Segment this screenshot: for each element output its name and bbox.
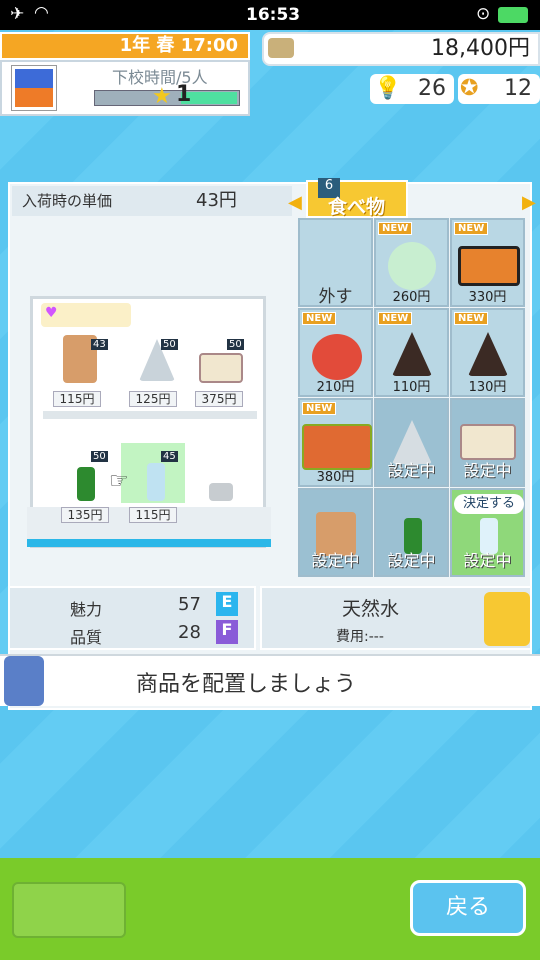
onigiri-icon xyxy=(392,332,432,376)
product-katsu-bento[interactable]: NEW 330円 xyxy=(450,218,525,307)
product-water-set[interactable]: 決定する 設定中 xyxy=(450,488,525,577)
unit-price-label: 入荷時の単価 xyxy=(22,192,113,210)
empty-action-slot xyxy=(12,882,126,938)
water-bottle-box-icon[interactable] xyxy=(484,592,530,646)
back-button[interactable]: 戻る xyxy=(410,880,526,936)
set-label: 設定中 xyxy=(463,461,512,480)
product-veggie-bowl[interactable]: NEW 210円 xyxy=(298,308,373,397)
veggie-bowl-icon xyxy=(312,334,362,380)
airplane-icon: ✈ xyxy=(10,4,25,24)
product-salad[interactable]: NEW 260円 xyxy=(374,218,449,307)
phase-panel: 下校時間/5人 ★ 1 xyxy=(0,60,250,116)
unit-price-value: 43円 xyxy=(196,190,237,211)
product-tea-set[interactable]: 設定中 xyxy=(374,488,449,577)
green-tea-item[interactable] xyxy=(77,467,95,501)
price-tag: 115円 xyxy=(129,507,177,523)
sunset-icon xyxy=(11,65,57,111)
new-badge: NEW xyxy=(454,222,489,235)
message-bar: 商品を配置しましょう xyxy=(0,654,540,706)
charm-grade: E xyxy=(216,592,238,616)
onigiri-icon xyxy=(468,332,508,376)
medal-icon: ✪ xyxy=(460,76,479,101)
quality-label: 品質 xyxy=(70,628,103,647)
new-badge: NEW xyxy=(454,312,489,325)
character-avatar xyxy=(4,656,44,706)
price-tag: 115円 xyxy=(53,391,101,407)
price-tag: 375円 xyxy=(195,391,243,407)
selected-item-name: 天然水 xyxy=(342,598,400,620)
new-badge: NEW xyxy=(302,402,337,415)
stock-count: 50 xyxy=(91,451,108,462)
product-price: 330円 xyxy=(468,290,507,305)
product-cup-ramen-set[interactable]: 設定中 xyxy=(298,488,373,577)
salad-icon xyxy=(388,242,436,290)
stock-count: 50 xyxy=(161,339,178,350)
star-icon: ★ xyxy=(152,84,172,109)
bento-icon xyxy=(460,424,516,460)
set-label: 設定中 xyxy=(387,551,436,570)
product-onigiri-ume[interactable]: NEW 130円 xyxy=(450,308,525,397)
battery-icon xyxy=(498,7,528,23)
coin-icon xyxy=(268,38,294,58)
money-display: 18,400円 xyxy=(262,32,540,66)
stock-count: 45 xyxy=(161,451,178,462)
selected-item-cost: 費用:--- xyxy=(336,629,384,645)
message-text: 商品を配置しましょう xyxy=(136,672,357,697)
product-price: 130円 xyxy=(468,380,507,395)
level-number: 1 xyxy=(176,82,192,107)
category-tab[interactable]: 6 食べ物 xyxy=(306,178,408,218)
status-bar: ✈ ◠ 16:53 ⊙ xyxy=(0,0,540,30)
new-badge: NEW xyxy=(302,312,337,325)
prev-category-arrow[interactable]: ◀ xyxy=(288,192,302,213)
heart-icon: ♥ xyxy=(45,305,58,321)
lightbulb-icon: 💡 xyxy=(374,76,402,101)
set-label: 設定中 xyxy=(311,551,360,570)
bento-item[interactable] xyxy=(199,353,243,383)
charm-value: 57 xyxy=(178,594,201,615)
lock-icon: ⊙ xyxy=(476,4,491,24)
display-shelf: ♥ 43 115円 50 125円 50 375円 50 135円 ☞ 45 1… xyxy=(27,296,271,548)
decide-button[interactable]: 決定する xyxy=(454,494,524,514)
product-deluxe-bento[interactable]: NEW 380円 xyxy=(298,398,373,487)
stock-count: 50 xyxy=(227,339,244,350)
price-tag: 125円 xyxy=(129,391,177,407)
stats-panel: 魅力 57 E 品質 28 F xyxy=(8,586,256,650)
unit-price-bar: 入荷時の単価 43円 xyxy=(12,186,292,216)
clock: 16:53 xyxy=(246,5,301,25)
product-price: 380円 xyxy=(316,470,355,485)
category-name: 食べ物 xyxy=(328,196,386,218)
set-label: 設定中 xyxy=(463,551,512,570)
product-price: 260円 xyxy=(392,290,431,305)
product-price: 110円 xyxy=(392,380,431,395)
quality-grade: F xyxy=(216,620,238,644)
product-bento-set[interactable]: 設定中 xyxy=(450,398,525,487)
deluxe-bento-icon xyxy=(302,424,372,470)
wifi-icon: ◠ xyxy=(34,3,49,23)
new-badge: NEW xyxy=(378,222,413,235)
katsu-bento-icon xyxy=(458,246,520,286)
shelf-divider xyxy=(43,411,257,419)
charm-label: 魅力 xyxy=(70,600,103,619)
stock-count: 43 xyxy=(91,339,108,350)
remove-button[interactable]: 外す xyxy=(298,218,373,307)
next-category-arrow[interactable]: ▶ xyxy=(522,192,536,213)
price-tag: 135円 xyxy=(61,507,109,523)
selected-item-panel: 天然水 費用:--- xyxy=(260,586,532,650)
product-onigiri-set[interactable]: 設定中 xyxy=(374,398,449,487)
product-onigiri-salmon[interactable]: NEW 110円 xyxy=(374,308,449,397)
empty-slot-icon[interactable] xyxy=(209,483,233,501)
set-label: 設定中 xyxy=(387,461,436,480)
pointer-hand-icon: ☞ xyxy=(109,469,129,494)
product-price: 210円 xyxy=(316,380,355,395)
shelf-status-badge: ♥ xyxy=(41,303,131,327)
water-bottle-item[interactable] xyxy=(147,463,165,501)
remove-label: 外す xyxy=(318,287,353,307)
new-badge: NEW xyxy=(378,312,413,325)
quality-value: 28 xyxy=(178,622,201,643)
date-display: 1年 春 17:00 xyxy=(0,32,250,60)
